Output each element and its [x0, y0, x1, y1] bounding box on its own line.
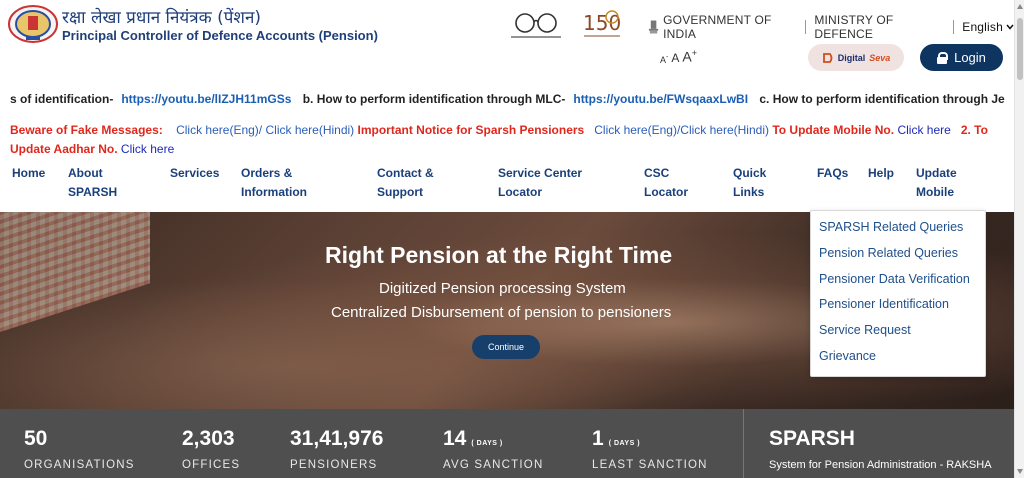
stat-value: 2,303 — [182, 427, 235, 450]
update-aadhar-link[interactable]: Click here — [121, 142, 174, 156]
stat-least-sanction: 1 ( DAYS ) LEAST SANCTION — [592, 427, 706, 471]
nav-service-center[interactable]: Service Center Locator — [498, 164, 593, 202]
sparsh-notice-eng-link[interactable]: Click here(Eng) — [594, 123, 677, 137]
announcement-marquee: s of identification-https://youtu.be/lIZ… — [0, 90, 1014, 110]
stat-pensioners: 31,41,976 PENSIONERS — [290, 427, 384, 471]
stat-label: PENSIONERS — [290, 459, 378, 471]
nav-help[interactable]: Help — [868, 164, 908, 183]
digital-seva-button[interactable]: Digital Seva — [808, 44, 904, 71]
faq-menu-item[interactable]: Service Request — [811, 323, 985, 349]
font-reset-button[interactable]: A — [671, 51, 679, 65]
divider — [953, 20, 955, 34]
fake-messages-hindi-link[interactable]: Click here(Hindi) — [265, 123, 354, 137]
national-emblem-icon — [648, 20, 659, 34]
government-label: GOVERNMENT OF INDIA — [663, 13, 772, 41]
nav-services[interactable]: Services — [170, 164, 230, 183]
scroll-up-arrow-icon[interactable] — [1017, 4, 1023, 9]
lock-icon — [937, 52, 949, 64]
page: रक्षा लेखा प्रधान नियंत्रक (पेंशन) Princ… — [0, 0, 1014, 478]
fake-messages-label: Beware of Fake Messages: — [10, 123, 163, 137]
nav-home[interactable]: Home — [12, 164, 52, 183]
faq-dropdown-menu: SPARSH Related Queries Pension Related Q… — [810, 210, 986, 377]
nav-quick-links[interactable]: Quick Links — [733, 164, 778, 202]
digital-seva-logo-icon — [822, 52, 833, 63]
stat-unit: ( DAYS ) — [471, 440, 503, 447]
language-label: English — [962, 20, 1003, 34]
org-name-hindi: रक्षा लेखा प्रधान नियंत्रक (पेंशन) — [62, 8, 262, 28]
chevron-down-icon — [1006, 24, 1014, 30]
stat-unit: ( DAYS ) — [608, 440, 641, 447]
main-nav: Home About SPARSH Services Orders & Info… — [0, 160, 1014, 212]
sparsh-title: SPARSH — [769, 427, 855, 450]
nav-orders[interactable]: Orders & Information — [241, 164, 331, 202]
faq-menu-item[interactable]: Pension Related Queries — [811, 246, 985, 272]
faq-menu-item[interactable]: Pensioner Identification — [811, 297, 985, 323]
marquee-text: b. How to perform identification through… — [302, 92, 566, 106]
marquee-link[interactable]: https://youtu.be/lIZJH11mGSs — [121, 92, 291, 106]
marquee-text: s of identification- — [10, 92, 114, 106]
stat-label: ORGANISATIONS — [24, 459, 135, 471]
stat-offices: 2,303 OFFICES — [182, 427, 239, 471]
notice-bar: Beware of Fake Messages: Click here(Eng)… — [10, 121, 1010, 159]
scroll-down-arrow-icon[interactable] — [1017, 469, 1023, 474]
hero-title: Right Pension at the Right Time — [325, 242, 673, 268]
stat-avg-sanction: 14 ( DAYS ) AVG SANCTION — [443, 427, 542, 471]
org-name-english: Principal Controller of Defence Accounts… — [62, 28, 378, 43]
update-mobile-label: To Update Mobile No. — [772, 123, 895, 137]
fake-messages-eng-link[interactable]: Click here(Eng) — [176, 123, 259, 137]
scrollbar-thumb[interactable] — [1017, 18, 1023, 80]
hero-background-image — [0, 212, 150, 332]
nav-faqs[interactable]: FAQs — [817, 164, 857, 183]
digital-seva-suffix: Seva — [869, 52, 891, 63]
cgda-emblem-icon[interactable] — [6, 4, 60, 44]
svg-text:150: 150 — [583, 11, 621, 35]
marquee-text: c. How to perform identification through… — [759, 92, 1005, 106]
nav-about[interactable]: About SPARSH — [68, 164, 128, 202]
hero-subtitle: Digitized Pension processing System — [379, 280, 626, 297]
language-selector[interactable]: English — [962, 20, 1014, 34]
site-header: रक्षा लेखा प्रधान नियंत्रक (पेंशन) Princ… — [0, 0, 1014, 82]
faq-menu-item[interactable]: SPARSH Related Queries — [811, 220, 985, 246]
font-increase-button[interactable]: A+ — [682, 48, 697, 65]
swachh-bharat-logo-icon — [511, 13, 561, 38]
stat-label: AVG SANCTION — [443, 459, 544, 471]
divider — [805, 20, 807, 34]
stat-label: LEAST SANCTION — [592, 459, 708, 471]
sparsh-notice-hindi-link[interactable]: Click here(Hindi) — [680, 123, 769, 137]
stat-value: 50 — [24, 427, 48, 450]
nav-contact[interactable]: Contact & Support — [377, 164, 447, 202]
stat-value: 1 — [592, 427, 604, 450]
ministry-label: MINISTRY OF DEFENCE — [814, 13, 894, 41]
faq-menu-item[interactable]: Grievance — [811, 349, 985, 375]
faq-menu-item[interactable]: Pensioner Data Verification — [811, 272, 985, 298]
divider — [743, 409, 744, 478]
page-scrollbar[interactable] — [1014, 0, 1024, 478]
digital-seva-prefix: Digital — [837, 52, 866, 63]
stat-organisations: 50 ORGANISATIONS — [24, 427, 133, 471]
nav-csc[interactable]: CSC Locator — [644, 164, 694, 202]
stat-label: OFFICES — [182, 459, 241, 471]
font-decrease-button[interactable]: A- — [660, 54, 668, 65]
hero-subtitle: Centralized Disbursement of pension to p… — [331, 304, 672, 321]
nav-update-mobile[interactable]: Update Mobile — [916, 164, 966, 202]
150-years-logo-icon: 150 — [583, 10, 621, 37]
separator: / — [258, 123, 263, 137]
login-button[interactable]: Login — [920, 44, 1003, 71]
font-size-controls: A- A A+ — [660, 48, 697, 65]
gov-ministry-bar: GOVERNMENT OF INDIA MINISTRY OF DEFENCE … — [648, 13, 1014, 41]
marquee-link[interactable]: https://youtu.be/FWsqaaxLwBI — [573, 92, 748, 106]
stat-value: 14 — [443, 427, 467, 450]
stat-value: 31,41,976 — [290, 427, 384, 450]
login-label: Login — [954, 50, 986, 65]
update-mobile-link[interactable]: Click here — [897, 123, 950, 137]
sparsh-notice-label: Important Notice for Sparsh Pensioners — [357, 123, 585, 137]
continue-button[interactable]: Continue — [472, 335, 540, 359]
statistics-bar: 50 ORGANISATIONS 2,303 OFFICES 31,41,976… — [0, 409, 1014, 478]
sparsh-subtitle: System for Pension Administration - RAKS… — [769, 459, 992, 471]
